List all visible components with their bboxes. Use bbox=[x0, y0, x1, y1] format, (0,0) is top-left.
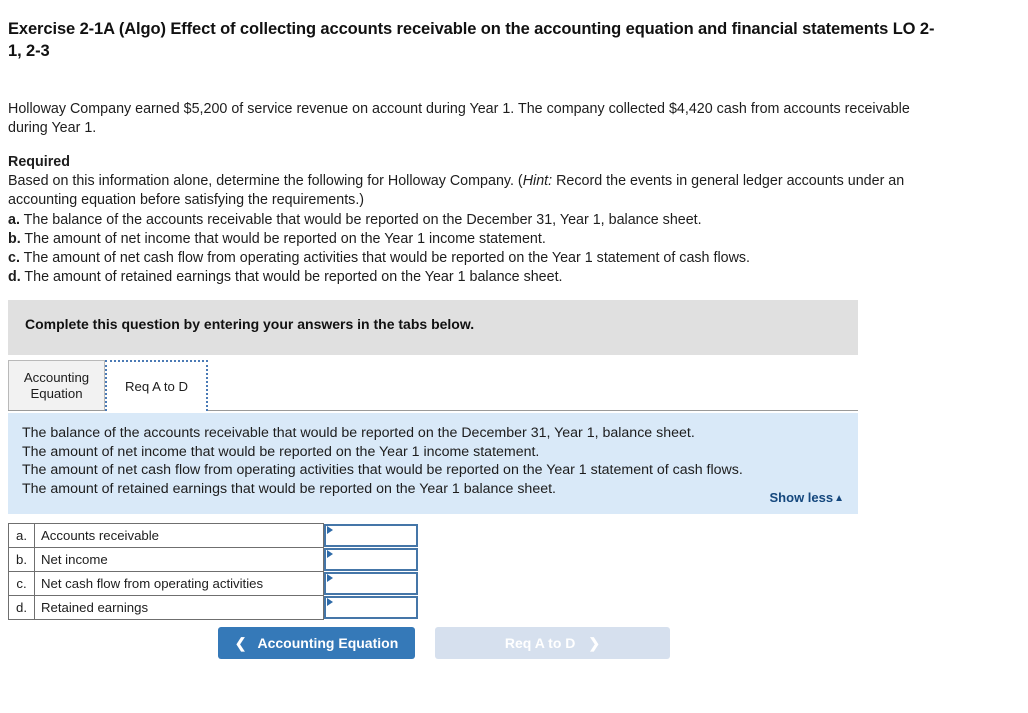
row-label-net-income: Net income bbox=[34, 547, 324, 572]
required-item-d: d. The amount of retained earnings that … bbox=[8, 268, 948, 287]
required-item-b-text: The amount of net income that would be r… bbox=[20, 230, 546, 247]
row-label-net-cash-flow: Net cash flow from operating activities bbox=[34, 571, 324, 596]
next-button-label: Req A to D bbox=[504, 635, 576, 651]
required-item-c: c. The amount of net cash flow from oper… bbox=[8, 249, 948, 268]
required-item-b: b. The amount of net income that would b… bbox=[8, 230, 948, 249]
chevron-right-icon: ❯ bbox=[588, 634, 601, 651]
answer-input-d[interactable] bbox=[324, 595, 418, 619]
tab-accounting-equation-label: Accounting Equation bbox=[23, 370, 90, 401]
requirement-line-1: The balance of the accounts receivable t… bbox=[22, 425, 695, 441]
row-input-cell-c bbox=[324, 571, 422, 596]
row-letter-b: b. bbox=[8, 547, 35, 572]
required-item-a-letter: a. bbox=[8, 211, 20, 228]
requirement-line-4: The amount of retained earnings that wou… bbox=[22, 481, 556, 498]
table-row: a. Accounts receivable bbox=[8, 523, 422, 548]
tab-accounting-equation[interactable]: Accounting Equation bbox=[8, 360, 105, 411]
instruction-bar: Complete this question by entering your … bbox=[8, 300, 858, 355]
next-req-a-to-d-button[interactable]: Req A to D ❯ bbox=[435, 627, 670, 659]
requirement-panel: The balance of the accounts receivable t… bbox=[8, 413, 858, 514]
row-input-cell-b bbox=[324, 547, 422, 572]
requirement-line-3: The amount of net cash flow from operati… bbox=[22, 462, 743, 479]
instruction-bar-text: Complete this question by entering your … bbox=[25, 316, 475, 332]
required-item-a: a. The balance of the accounts receivabl… bbox=[8, 211, 948, 230]
row-input-cell-a bbox=[324, 523, 422, 548]
show-less-label: Show less bbox=[769, 490, 834, 505]
answer-input-b[interactable] bbox=[324, 547, 418, 571]
required-item-d-letter: d. bbox=[8, 269, 21, 286]
required-item-d-text: The amount of retained earnings that wou… bbox=[20, 269, 563, 286]
tab-req-a-to-d[interactable]: Req A to D bbox=[105, 360, 208, 411]
required-heading: Required bbox=[8, 154, 70, 170]
exercise-page: Exercise 2-1A (Algo) Effect of collectin… bbox=[0, 0, 1028, 713]
caret-up-icon: ▲ bbox=[834, 493, 844, 504]
show-less-toggle[interactable]: Show less▲ bbox=[770, 490, 844, 505]
tab-strip: Accounting Equation Req A to D bbox=[8, 360, 858, 412]
page-title: Exercise 2-1A (Algo) Effect of collectin… bbox=[8, 20, 935, 61]
tab-req-a-to-d-label: Req A to D bbox=[124, 378, 189, 394]
row-input-cell-d bbox=[324, 595, 422, 620]
required-item-c-letter: c. bbox=[8, 250, 20, 267]
required-item-b-letter: b. bbox=[8, 230, 21, 247]
prev-accounting-equation-button[interactable]: ❮ Accounting Equation bbox=[218, 627, 415, 659]
requirement-line-2: The amount of net income that would be r… bbox=[22, 443, 540, 460]
table-row: d. Retained earnings bbox=[8, 595, 422, 620]
requirement-panel-lines: The balance of the accounts receivable t… bbox=[22, 424, 832, 499]
answer-table: a. Accounts receivable b. Net income c. … bbox=[8, 523, 422, 620]
row-label-retained-earnings: Retained earnings bbox=[34, 595, 324, 620]
row-label-accounts-receivable: Accounts receivable bbox=[34, 523, 324, 548]
row-letter-a: a. bbox=[8, 523, 35, 548]
table-row: c. Net cash flow from operating activiti… bbox=[8, 571, 422, 596]
answer-input-a[interactable] bbox=[324, 523, 418, 547]
scenario-paragraph: Holloway Company earned $5,200 of servic… bbox=[8, 101, 910, 137]
prev-button-label: Accounting Equation bbox=[257, 635, 399, 651]
required-item-a-text: The balance of the accounts receivable t… bbox=[19, 211, 702, 228]
row-letter-d: d. bbox=[8, 595, 35, 620]
chevron-left-icon: ❮ bbox=[234, 634, 247, 651]
hint-label: Hint: bbox=[522, 173, 553, 190]
required-intro: Based on this information alone, determi… bbox=[8, 172, 948, 210]
required-intro-part1: Based on this information alone, determi… bbox=[8, 173, 523, 190]
answer-input-c[interactable] bbox=[324, 571, 418, 595]
required-block: Required Based on this information alone… bbox=[8, 153, 948, 288]
row-letter-c: c. bbox=[8, 571, 35, 596]
table-row: b. Net income bbox=[8, 547, 422, 572]
required-item-c-text: The amount of net cash flow from operati… bbox=[19, 250, 751, 267]
